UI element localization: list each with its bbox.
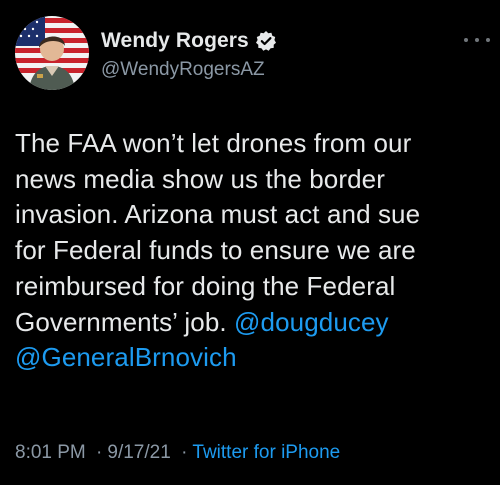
mention-link-generalbrnovich[interactable]: @GeneralBrnovich [15, 342, 237, 372]
tweet-line-7: @GeneralBrnovich [15, 340, 493, 376]
dot [486, 38, 490, 42]
mention-link-dougducey[interactable]: @dougducey [234, 307, 389, 337]
meta-separator: · [96, 442, 103, 463]
verified-badge-icon [255, 30, 277, 52]
dot [475, 38, 479, 42]
tweet-line: The FAA won’t let drones from our [15, 128, 412, 158]
tweet-line: reimbursed for doing the Federal [15, 270, 396, 301]
tweet-line-6: Governments’ job. @dougducey [15, 305, 493, 341]
author-handle[interactable]: @WendyRogersAZ [101, 59, 277, 81]
tweet-text: The FAA won’t let drones from our news m… [15, 126, 493, 376]
avatar-image [15, 16, 89, 90]
meta-separator: · [181, 442, 188, 463]
more-options-icon[interactable] [464, 34, 490, 46]
tweet-line: news media show us the border [15, 163, 385, 194]
tweet-time[interactable]: 8:01 PM [15, 442, 86, 463]
dot [464, 38, 468, 42]
tweet-source-link[interactable]: Twitter for iPhone [192, 442, 340, 463]
tweet-card: Wendy Rogers @WendyRogersAZ The FAA won’… [0, 0, 500, 485]
tweet-meta: 8:01 PM · 9/17/21 · Twitter for iPhone [15, 442, 340, 464]
tweet-date[interactable]: 9/17/21 [107, 442, 170, 463]
display-name[interactable]: Wendy Rogers [101, 29, 249, 53]
tweet-line-text: Governments’ job. [15, 306, 235, 337]
author-block: Wendy Rogers @WendyRogersAZ [101, 26, 277, 81]
tweet-line: for Federal funds to ensure we are [15, 235, 416, 266]
tweet-line: invasion. Arizona must act and sue [15, 199, 421, 230]
avatar[interactable] [15, 16, 89, 90]
name-row: Wendy Rogers [101, 26, 277, 56]
